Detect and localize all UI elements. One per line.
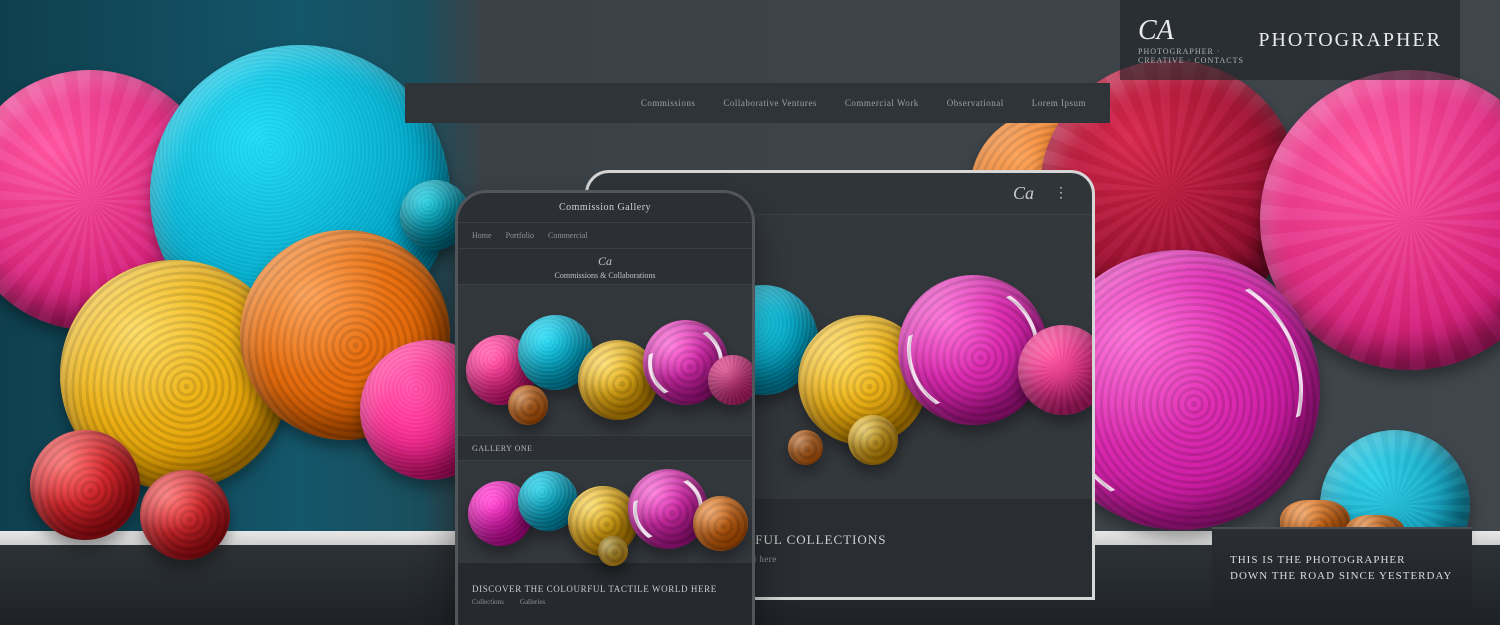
brand-script: CA	[1138, 15, 1244, 47]
nav-item-0[interactable]: Commissions	[641, 98, 696, 108]
phone-tab-2[interactable]: Commercial	[548, 231, 588, 240]
phone-hero-1	[458, 285, 752, 435]
phone-footer-link-1[interactable]: Galleries	[520, 598, 545, 606]
nav-item-3[interactable]: Observational	[947, 98, 1004, 108]
phone-sub-header: Ca Commissions & Collaborations	[458, 249, 752, 285]
phone-header: Commission Gallery	[458, 193, 752, 223]
phone-sub-text: Commissions & Collaborations	[555, 271, 656, 280]
phone-footer-link-0[interactable]: Collections	[472, 598, 504, 606]
nav-item-1[interactable]: Collaborative Ventures	[723, 98, 817, 108]
brand-word: PHOTOGRAPHER	[1258, 29, 1442, 52]
corner-line-2: down the road since yesterday	[1230, 570, 1454, 582]
corner-line-1: This is the photographer	[1230, 554, 1454, 566]
phone-sub-brand: Ca	[598, 254, 612, 269]
brand-subtitle: Photographer · Creative · Contacts	[1138, 47, 1244, 65]
nav-item-2[interactable]: Commercial Work	[845, 98, 919, 108]
desktop-brand: Ca	[1013, 183, 1034, 204]
phone-caption-1: Gallery One	[458, 435, 752, 461]
nav-item-4[interactable]: Lorem Ipsum	[1032, 98, 1086, 108]
nav-strip: Commissions Collaborative Ventures Comme…	[405, 83, 1110, 123]
brand-badge: CA Photographer · Creative · Contacts PH…	[1120, 0, 1460, 80]
phone-tab-0[interactable]: Home	[472, 231, 492, 240]
phone-footer-title: Discover the colourful tactile world her…	[472, 584, 738, 594]
kebab-menu-icon[interactable]: ⋮	[1054, 185, 1068, 202]
phone-footer: Discover the colourful tactile world her…	[458, 563, 752, 625]
phone-hero-2	[458, 461, 752, 563]
corner-card: This is the photographer down the road s…	[1212, 527, 1472, 607]
phone-device: Commission Gallery Home Portfolio Commer…	[455, 190, 755, 625]
phone-tab-1[interactable]: Portfolio	[506, 231, 534, 240]
phone-tabs: Home Portfolio Commercial	[458, 223, 752, 249]
